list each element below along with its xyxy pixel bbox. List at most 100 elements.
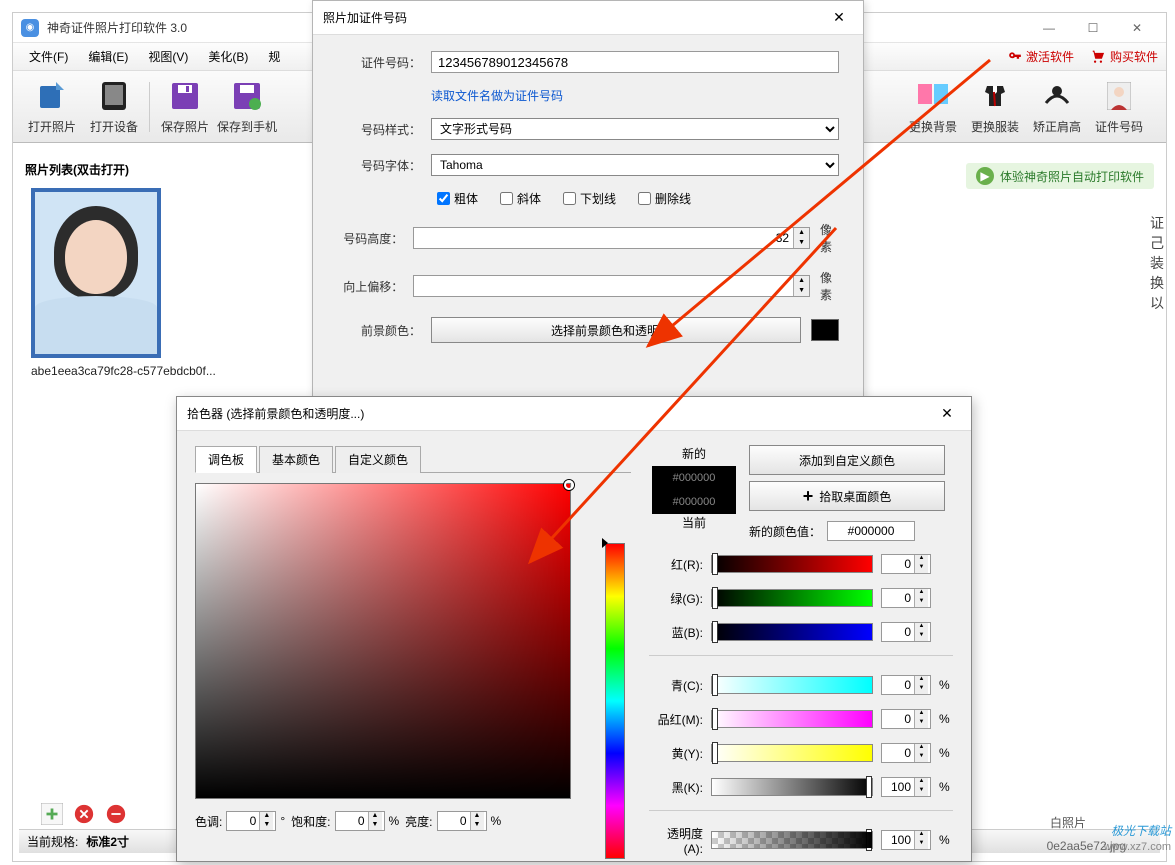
- blue-label: 蓝(B):: [649, 624, 703, 641]
- status-prefix: 当前规格:: [27, 833, 78, 850]
- style-select[interactable]: 文字形式号码: [431, 118, 839, 140]
- promo-icon: ▶: [976, 167, 994, 185]
- spin-up[interactable]: ▲: [793, 228, 809, 238]
- new-color-swatch: #000000: [652, 466, 736, 490]
- italic-checkbox[interactable]: 斜体: [500, 190, 541, 207]
- minimize-button[interactable]: —: [1028, 14, 1070, 42]
- id-number-input[interactable]: [431, 51, 839, 73]
- hex-input[interactable]: [827, 521, 915, 541]
- black-input[interactable]: ▲▼: [881, 777, 931, 797]
- delete-icon[interactable]: [73, 803, 95, 825]
- hue-input[interactable]: ▲▼: [226, 811, 276, 831]
- magenta-input[interactable]: ▲▼: [881, 709, 931, 729]
- file-open-icon: [34, 78, 70, 114]
- clear-icon[interactable]: [105, 803, 127, 825]
- spin-down[interactable]: ▼: [793, 238, 809, 248]
- saturation-value-area[interactable]: [195, 483, 571, 799]
- yellow-label: 黄(Y):: [649, 745, 703, 762]
- buy-link[interactable]: 购买软件: [1090, 48, 1158, 65]
- change-clothes-button[interactable]: 更换服装: [964, 77, 1026, 137]
- light-input[interactable]: ▲▼: [437, 811, 487, 831]
- sat-input[interactable]: ▲▼: [335, 811, 385, 831]
- blue-input[interactable]: ▲▼: [881, 622, 931, 642]
- shoulder-icon: [1039, 78, 1075, 114]
- hue-slider[interactable]: [605, 543, 625, 859]
- sv-cursor[interactable]: [564, 480, 574, 490]
- dialog-title: 照片加证件号码: [323, 9, 825, 26]
- black-slider[interactable]: [711, 778, 873, 796]
- menu-edit[interactable]: 编辑(E): [80, 45, 136, 68]
- read-filename-link[interactable]: 读取文件名做为证件号码: [431, 87, 563, 104]
- color-picker-close-button[interactable]: ✕: [933, 400, 961, 428]
- activate-link[interactable]: 激活软件: [1008, 48, 1074, 65]
- alpha-label: 透明度(A):: [649, 825, 703, 856]
- height-input[interactable]: ▲▼: [413, 227, 810, 249]
- photo-list-header: 照片列表(双击打开): [19, 157, 315, 182]
- id-number-dialog: 照片加证件号码 ✕ 证件号码： 读取文件名做为证件号码 号码样式： 文字形式号码…: [312, 0, 864, 400]
- add-custom-color-button[interactable]: 添加到自定义颜色: [749, 445, 945, 475]
- close-button[interactable]: ✕: [1116, 14, 1158, 42]
- magenta-slider[interactable]: [711, 710, 873, 728]
- height-label: 号码高度：: [337, 230, 403, 247]
- current-color-swatch: #000000: [652, 490, 736, 514]
- save-photo-button[interactable]: 保存照片: [154, 77, 216, 137]
- alpha-slider[interactable]: [711, 831, 873, 849]
- save-mobile-button[interactable]: 保存到手机: [216, 77, 278, 137]
- plus-icon: +: [803, 486, 814, 507]
- cyan-slider[interactable]: [711, 676, 873, 694]
- open-photo-button[interactable]: 打开照片: [21, 77, 83, 137]
- green-input[interactable]: ▲▼: [881, 588, 931, 608]
- cyan-input[interactable]: ▲▼: [881, 675, 931, 695]
- footer-icons: [41, 803, 127, 825]
- hue-cursor[interactable]: [602, 538, 608, 548]
- cyan-label: 青(C):: [649, 677, 703, 694]
- thumbnail-filename: abe1eea3ca79fc28-c577ebdcb0f...: [31, 364, 303, 378]
- id-label: 证件号码：: [337, 54, 421, 71]
- menu-beautify[interactable]: 美化(B): [200, 45, 256, 68]
- dialog-close-button[interactable]: ✕: [825, 4, 853, 32]
- filename-tail: 0e2aa5e72.jpg: [1047, 839, 1126, 853]
- device-icon: [96, 78, 132, 114]
- menu-size[interactable]: 规: [260, 45, 288, 68]
- font-select[interactable]: Tahoma: [431, 154, 839, 176]
- font-label: 号码字体：: [337, 157, 421, 174]
- yellow-input[interactable]: ▲▼: [881, 743, 931, 763]
- eyedropper-button[interactable]: +拾取桌面颜色: [749, 481, 945, 511]
- photo-thumbnail[interactable]: [31, 188, 161, 358]
- alpha-input[interactable]: ▲▼: [881, 830, 931, 850]
- light-label: 亮度:: [405, 813, 432, 830]
- tab-basic[interactable]: 基本颜色: [259, 446, 333, 473]
- tab-palette[interactable]: 调色板: [195, 446, 257, 473]
- yellow-slider[interactable]: [711, 744, 873, 762]
- side-text-fragment: 证己装换以: [1150, 213, 1164, 313]
- choose-fg-color-button[interactable]: 选择前景颜色和透明度...: [431, 317, 801, 343]
- red-input[interactable]: ▲▼: [881, 554, 931, 574]
- tab-custom[interactable]: 自定义颜色: [335, 446, 421, 473]
- promo-banner[interactable]: ▶ 体验神奇照片自动打印软件: [966, 163, 1154, 189]
- menu-view[interactable]: 视图(V): [140, 45, 196, 68]
- id-number-button[interactable]: 证件号码: [1088, 77, 1150, 137]
- underline-checkbox[interactable]: 下划线: [563, 190, 616, 207]
- green-slider[interactable]: [711, 589, 873, 607]
- red-slider[interactable]: [711, 555, 873, 573]
- new-color-label: 新的: [682, 445, 706, 462]
- red-label: 红(R):: [649, 556, 703, 573]
- menu-file[interactable]: 文件(F): [21, 45, 76, 68]
- save-icon: [167, 78, 203, 114]
- save-mobile-icon: [229, 78, 265, 114]
- new-hex-label: 新的颜色值：: [749, 523, 821, 540]
- add-icon[interactable]: [41, 803, 63, 825]
- fg-color-swatch: [811, 319, 839, 341]
- toolbar-separator: [149, 82, 150, 132]
- offset-label: 向上偏移：: [337, 278, 403, 295]
- hue-label: 色调:: [195, 813, 222, 830]
- blue-slider[interactable]: [711, 623, 873, 641]
- bold-checkbox[interactable]: 粗体: [437, 190, 478, 207]
- strike-checkbox[interactable]: 删除线: [638, 190, 691, 207]
- clothes-icon: [977, 78, 1013, 114]
- fix-shoulder-button[interactable]: 矫正肩高: [1026, 77, 1088, 137]
- open-device-button[interactable]: 打开设备: [83, 77, 145, 137]
- change-bg-button[interactable]: 更换背景: [902, 77, 964, 137]
- maximize-button[interactable]: ☐: [1072, 14, 1114, 42]
- offset-input[interactable]: ▲▼: [413, 275, 810, 297]
